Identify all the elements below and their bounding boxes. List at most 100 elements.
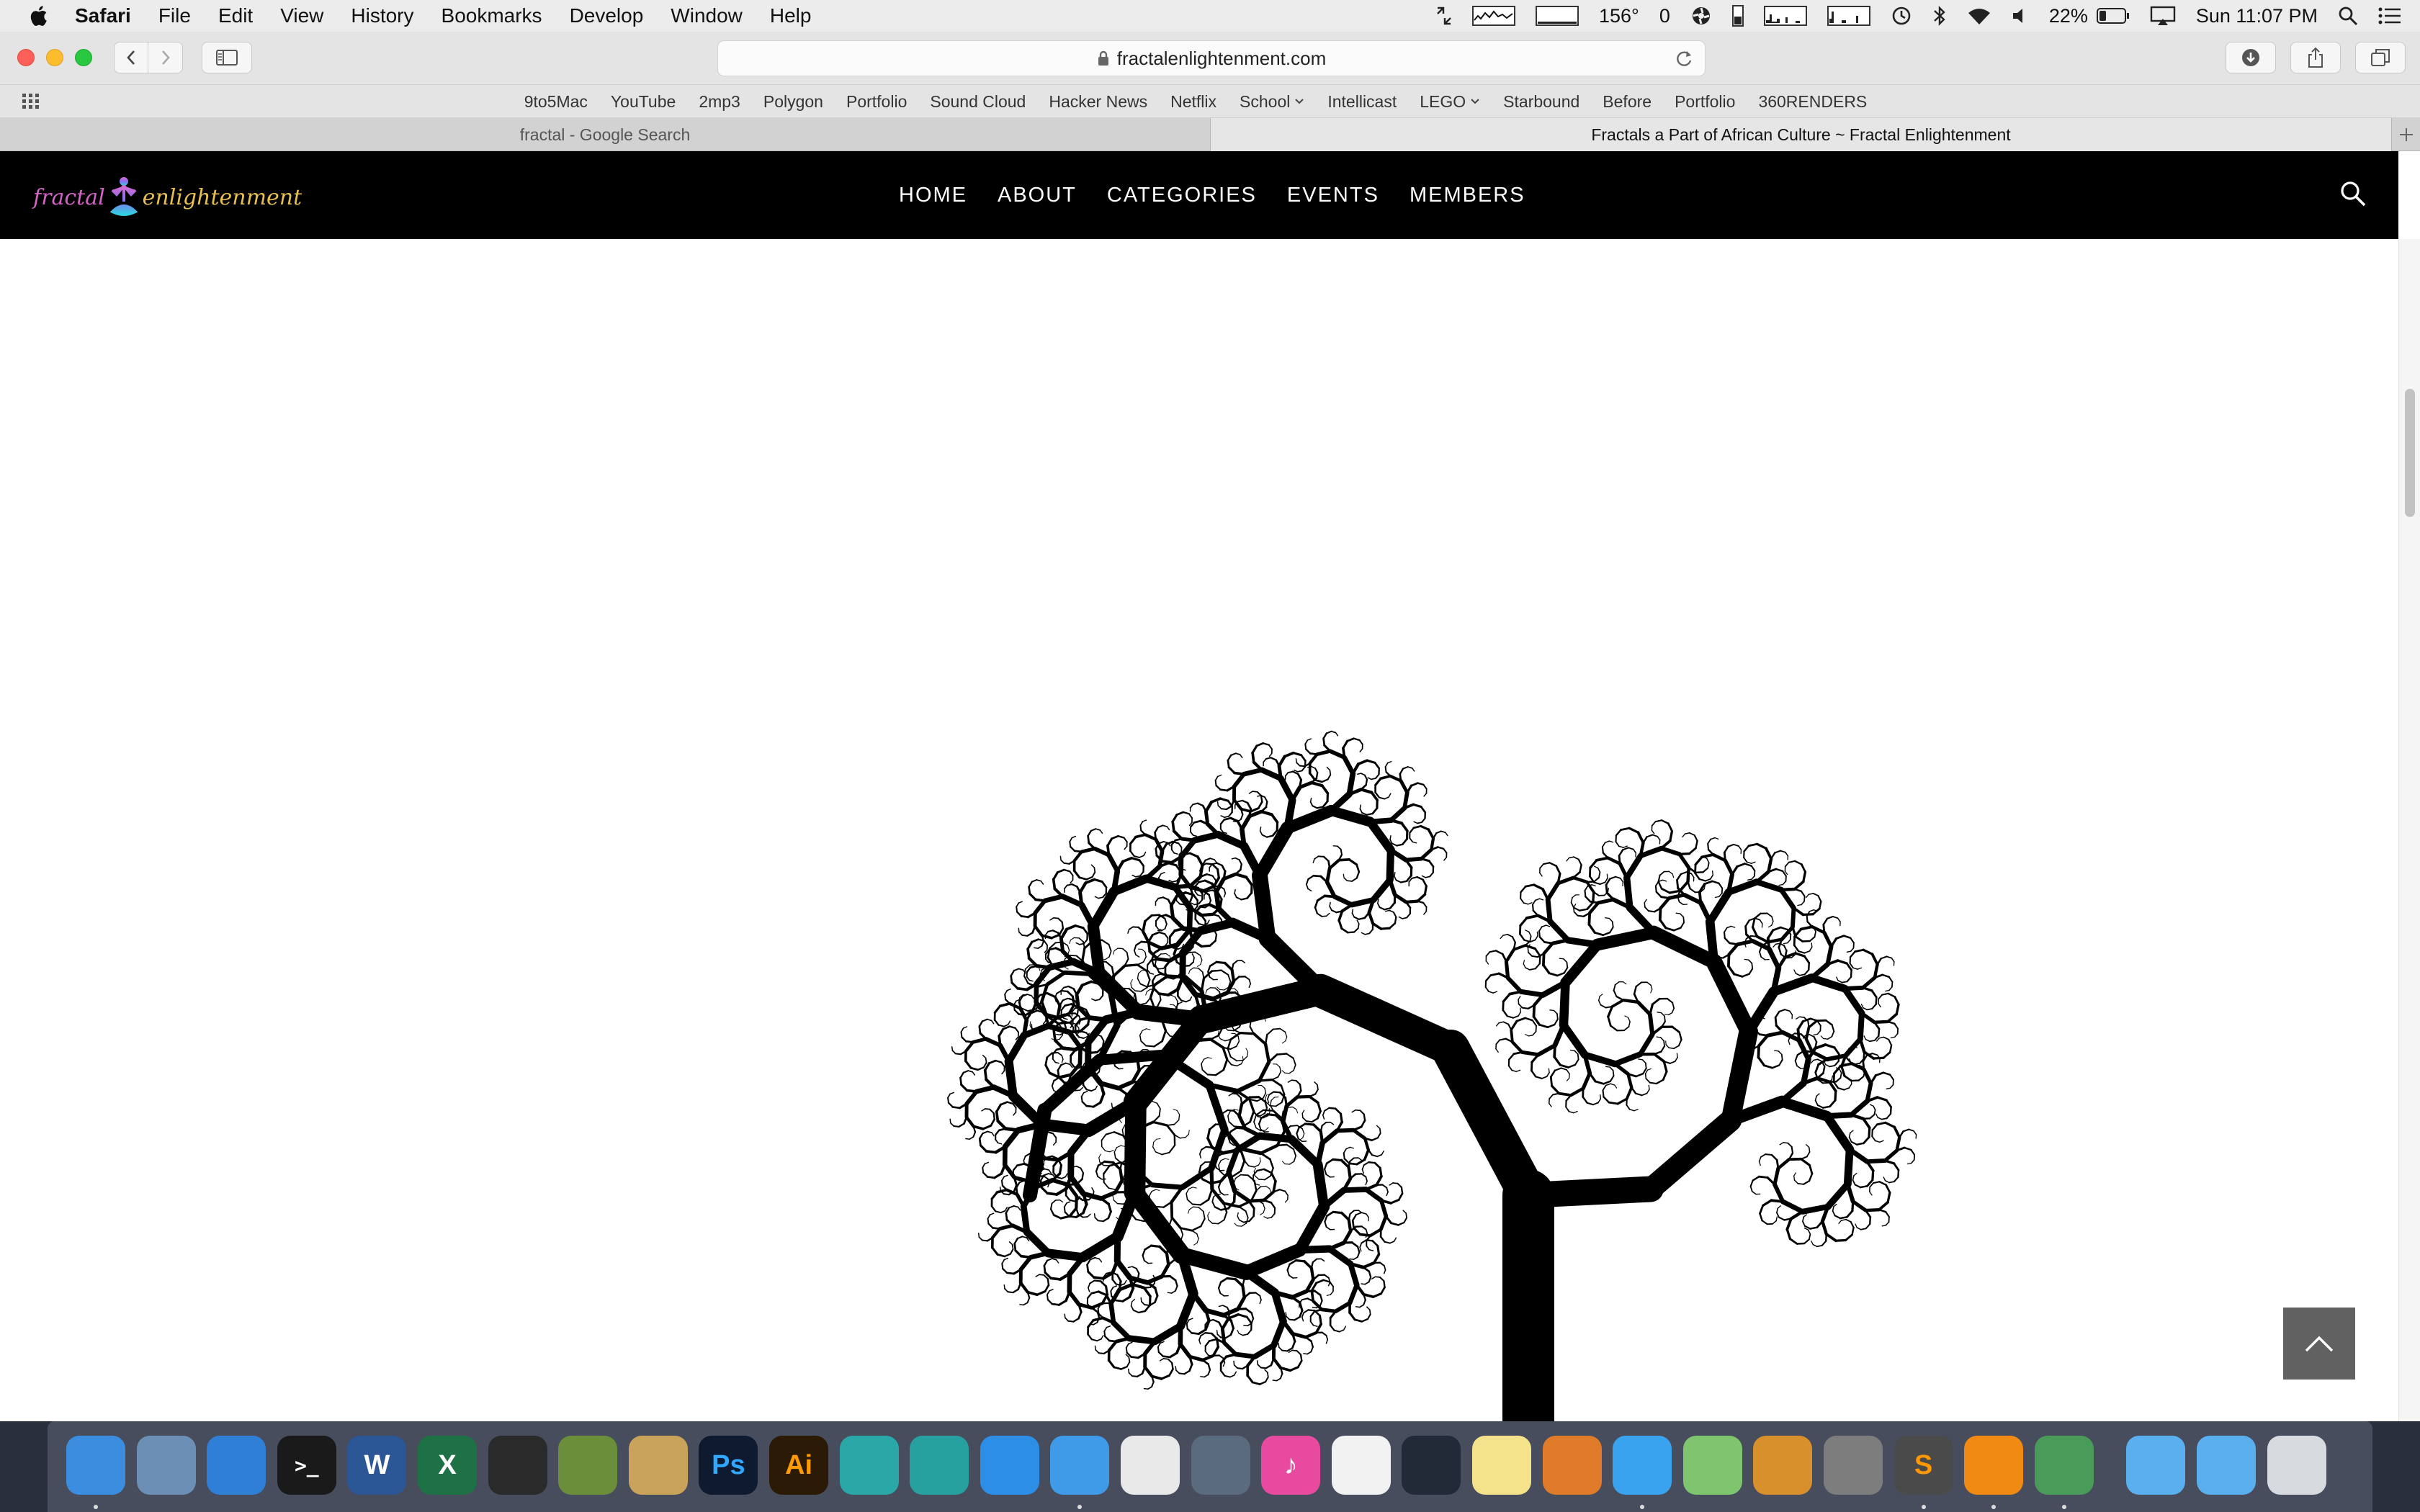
bookmark-school[interactable]: School	[1240, 92, 1304, 112]
bookmark-2mp3[interactable]: 2mp3	[699, 92, 740, 112]
memory-bar-icon[interactable]	[1731, 5, 1744, 27]
nav-categories[interactable]: CATEGORIES	[1107, 184, 1257, 207]
zoom-window-button[interactable]	[75, 49, 92, 66]
disk-graph-icon[interactable]	[1827, 6, 1870, 26]
apple-icon[interactable]	[27, 4, 52, 28]
word-icon[interactable]: W	[347, 1436, 407, 1495]
battery-icon[interactable]	[2096, 7, 2130, 24]
applications-folder-icon[interactable]	[2126, 1436, 2186, 1495]
share-button[interactable]	[2290, 42, 2341, 73]
system-preferences-icon[interactable]	[1824, 1436, 1883, 1495]
pen-tool-icon[interactable]	[628, 1436, 688, 1495]
new-tab-button[interactable]	[2391, 118, 2420, 151]
menu-safari[interactable]: Safari	[75, 4, 131, 27]
maya-icon[interactable]	[839, 1436, 899, 1495]
menu-history[interactable]: History	[351, 4, 413, 27]
speed-gauge-icon[interactable]	[1402, 1436, 1461, 1495]
menu-bookmarks[interactable]: Bookmarks	[442, 4, 542, 27]
network-graph-icon[interactable]	[1763, 6, 1807, 26]
maps-icon[interactable]	[1682, 1436, 1742, 1495]
bookmark-hacker-news[interactable]: Hacker News	[1049, 92, 1147, 112]
site-search-icon[interactable]	[2339, 180, 2367, 207]
mudbox-icon[interactable]	[910, 1436, 969, 1495]
menu-develop[interactable]: Develop	[570, 4, 644, 27]
bookmark-polygon[interactable]: Polygon	[763, 92, 823, 112]
battery-percent[interactable]: 22%	[2049, 5, 2088, 27]
site-logo[interactable]: fractal enlightenment	[33, 176, 302, 219]
address-bar[interactable]: fractalenlightenment.com	[717, 40, 1706, 76]
minimize-window-button[interactable]	[46, 49, 63, 66]
temperature-readout[interactable]: 156°	[1599, 5, 1639, 27]
messages-icon[interactable]	[1613, 1436, 1672, 1495]
back-to-top-button[interactable]	[2283, 1308, 2355, 1380]
resize-arrows-icon[interactable]	[1436, 6, 1452, 25]
bookmark-lego[interactable]: LEGO	[1420, 92, 1480, 112]
counter-readout[interactable]: 0	[1659, 5, 1670, 27]
downloads-button[interactable]	[2226, 42, 2276, 73]
bluetooth-icon[interactable]	[1932, 5, 1947, 27]
volume-icon[interactable]	[2012, 6, 2029, 25]
bookmark-starbound[interactable]: Starbound	[1503, 92, 1579, 112]
photos-icon[interactable]	[1331, 1436, 1391, 1495]
finder-icon[interactable]	[66, 1436, 125, 1495]
excel-icon[interactable]: X	[418, 1436, 477, 1495]
bookmark-portfolio[interactable]: Portfolio	[1675, 92, 1735, 112]
itunes-icon[interactable]: ♪	[1261, 1436, 1321, 1495]
cpu-graph-icon[interactable]	[1471, 6, 1515, 26]
notes-icon[interactable]	[1472, 1436, 1531, 1495]
back-button[interactable]	[114, 42, 148, 73]
nav-members[interactable]: MEMBERS	[1410, 184, 1525, 207]
vlc-icon[interactable]	[1964, 1436, 2024, 1495]
close-window-button[interactable]	[17, 49, 35, 66]
nav-about[interactable]: ABOUT	[998, 184, 1077, 207]
bookmark-before[interactable]: Before	[1603, 92, 1652, 112]
menu-view[interactable]: View	[280, 4, 323, 27]
show-tabs-button[interactable]	[2355, 42, 2406, 73]
app-store-icon[interactable]	[980, 1436, 1039, 1495]
sidebar-toggle-button[interactable]	[202, 42, 252, 73]
airplay-icon[interactable]	[2150, 6, 2176, 26]
bookmark-youtube[interactable]: YouTube	[611, 92, 676, 112]
reload-icon[interactable]	[1673, 48, 1695, 69]
bookmark-9to5mac[interactable]: 9to5Mac	[524, 92, 588, 112]
maze-game-icon[interactable]	[1542, 1436, 1602, 1495]
sublime-text-icon[interactable]: S	[1894, 1436, 1953, 1495]
bookmark-intellicast[interactable]: Intellicast	[1327, 92, 1397, 112]
mail-icon[interactable]	[136, 1436, 196, 1495]
menu-file[interactable]: File	[158, 4, 191, 27]
trash-icon[interactable]	[2267, 1436, 2326, 1495]
forward-button[interactable]	[148, 42, 183, 73]
spotlight-icon[interactable]	[2338, 6, 2358, 26]
page-scrollbar[interactable]	[2398, 239, 2420, 1421]
memory-graph-icon[interactable]	[1535, 6, 1579, 26]
xcode-icon[interactable]	[207, 1436, 266, 1495]
nav-events[interactable]: EVENTS	[1287, 184, 1379, 207]
menu-edit[interactable]: Edit	[218, 4, 253, 27]
terminal-icon[interactable]: >_	[277, 1436, 336, 1495]
safari-icon[interactable]	[1050, 1436, 1110, 1495]
time-machine-icon[interactable]	[1891, 5, 1912, 27]
illustrator-icon[interactable]: Ai	[769, 1436, 828, 1495]
downloads-folder-icon[interactable]	[2197, 1436, 2256, 1495]
nav-home[interactable]: HOME	[899, 184, 967, 207]
bookmark-360renders[interactable]: 360RENDERS	[1758, 92, 1867, 112]
clock[interactable]: Sun 11:07 PM	[2196, 5, 2318, 27]
minecraft-icon[interactable]	[558, 1436, 618, 1495]
wifi-icon[interactable]	[1967, 6, 1991, 25]
tab-fractal-enlightenment[interactable]: Fractals a Part of African Culture ~ Fra…	[1210, 118, 2391, 151]
chrome-icon[interactable]	[1121, 1436, 1180, 1495]
bookmark-portfolio[interactable]: Portfolio	[846, 92, 907, 112]
unity-icon[interactable]	[488, 1436, 547, 1495]
fan-icon[interactable]	[1690, 5, 1712, 27]
menu-window[interactable]: Window	[671, 4, 743, 27]
network-globe-icon[interactable]	[2034, 1436, 2094, 1495]
flight-game-icon[interactable]	[1753, 1436, 1813, 1495]
dvd-player-icon[interactable]	[1191, 1436, 1250, 1495]
notification-center-icon[interactable]	[2378, 6, 2401, 25]
menu-help[interactable]: Help	[770, 4, 812, 27]
tab-google-search[interactable]: fractal - Google Search	[0, 118, 1210, 151]
scrollbar-thumb[interactable]	[2405, 389, 2415, 517]
photoshop-icon[interactable]: Ps	[699, 1436, 758, 1495]
bookmark-netflix[interactable]: Netflix	[1170, 92, 1216, 112]
bookmark-sound-cloud[interactable]: Sound Cloud	[930, 92, 1026, 112]
